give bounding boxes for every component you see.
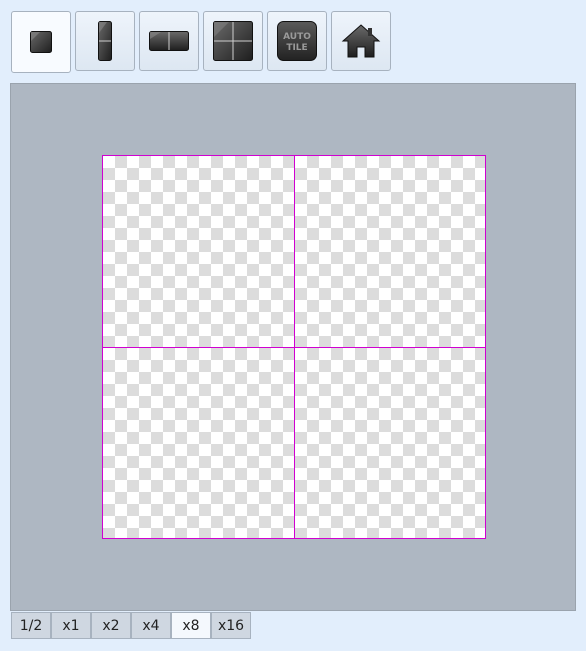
home-button[interactable]: [331, 11, 391, 71]
autotile-icon: AUTO TILE: [277, 21, 317, 61]
grid-tiles-button[interactable]: [203, 11, 263, 71]
single-tile-button[interactable]: [11, 11, 71, 73]
tileset-canvas[interactable]: [10, 83, 576, 611]
autotile-button[interactable]: AUTO TILE: [267, 11, 327, 71]
home-icon: [341, 23, 381, 59]
zoom-x4-button[interactable]: x4: [131, 612, 171, 639]
horizontal-tiles-icon: [149, 31, 189, 51]
autotile-label-line1: AUTO: [283, 32, 311, 42]
zoom-x16-button[interactable]: x16: [211, 612, 251, 639]
grid-line-horizontal: [103, 347, 485, 348]
grid-tiles-icon: [213, 21, 253, 61]
vertical-tiles-icon: [98, 21, 112, 61]
zoom-x1-button[interactable]: x1: [51, 612, 91, 639]
zoom-x8-button[interactable]: x8: [171, 612, 211, 639]
single-tile-icon: [30, 31, 52, 53]
zoom-x2-button[interactable]: x2: [91, 612, 131, 639]
horizontal-tiles-button[interactable]: [139, 11, 199, 71]
autotile-label-line2: TILE: [286, 43, 307, 53]
vertical-tiles-button[interactable]: [75, 11, 135, 71]
zoom-half-button[interactable]: 1/2: [11, 612, 51, 639]
tileset-grid[interactable]: [102, 155, 486, 539]
